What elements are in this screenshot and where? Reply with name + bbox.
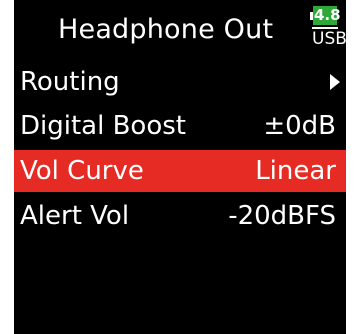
submenu-arrow-icon (330, 74, 340, 90)
page-title: Headphone Out (58, 14, 274, 45)
menu-item-routing[interactable]: Routing (14, 60, 346, 104)
device-screen: Headphone Out 4.8 USB Routing Digital Bo… (14, 0, 346, 334)
menu-list: Routing Digital Boost ±0dB Vol Curve Lin… (14, 60, 346, 238)
menu-item-label: Vol Curve (20, 156, 144, 186)
screen-header: Headphone Out 4.8 USB (14, 0, 346, 62)
menu-item-vol-curve[interactable]: Vol Curve Linear (14, 150, 346, 192)
menu-item-label: Alert Vol (20, 201, 130, 231)
menu-item-alert-vol[interactable]: Alert Vol -20dBFS (14, 194, 346, 238)
menu-item-value: Linear (255, 156, 336, 186)
menu-item-label: Digital Boost (20, 111, 186, 141)
battery-indicator: 4.8 USB (310, 6, 346, 50)
menu-item-label: Routing (20, 67, 120, 97)
menu-item-digital-boost[interactable]: Digital Boost ±0dB (14, 104, 346, 148)
menu-item-value: -20dBFS (228, 201, 336, 231)
power-source-label: USB (312, 27, 346, 49)
battery-voltage: 4.8 (314, 6, 341, 24)
menu-item-value: ±0dB (263, 111, 336, 141)
